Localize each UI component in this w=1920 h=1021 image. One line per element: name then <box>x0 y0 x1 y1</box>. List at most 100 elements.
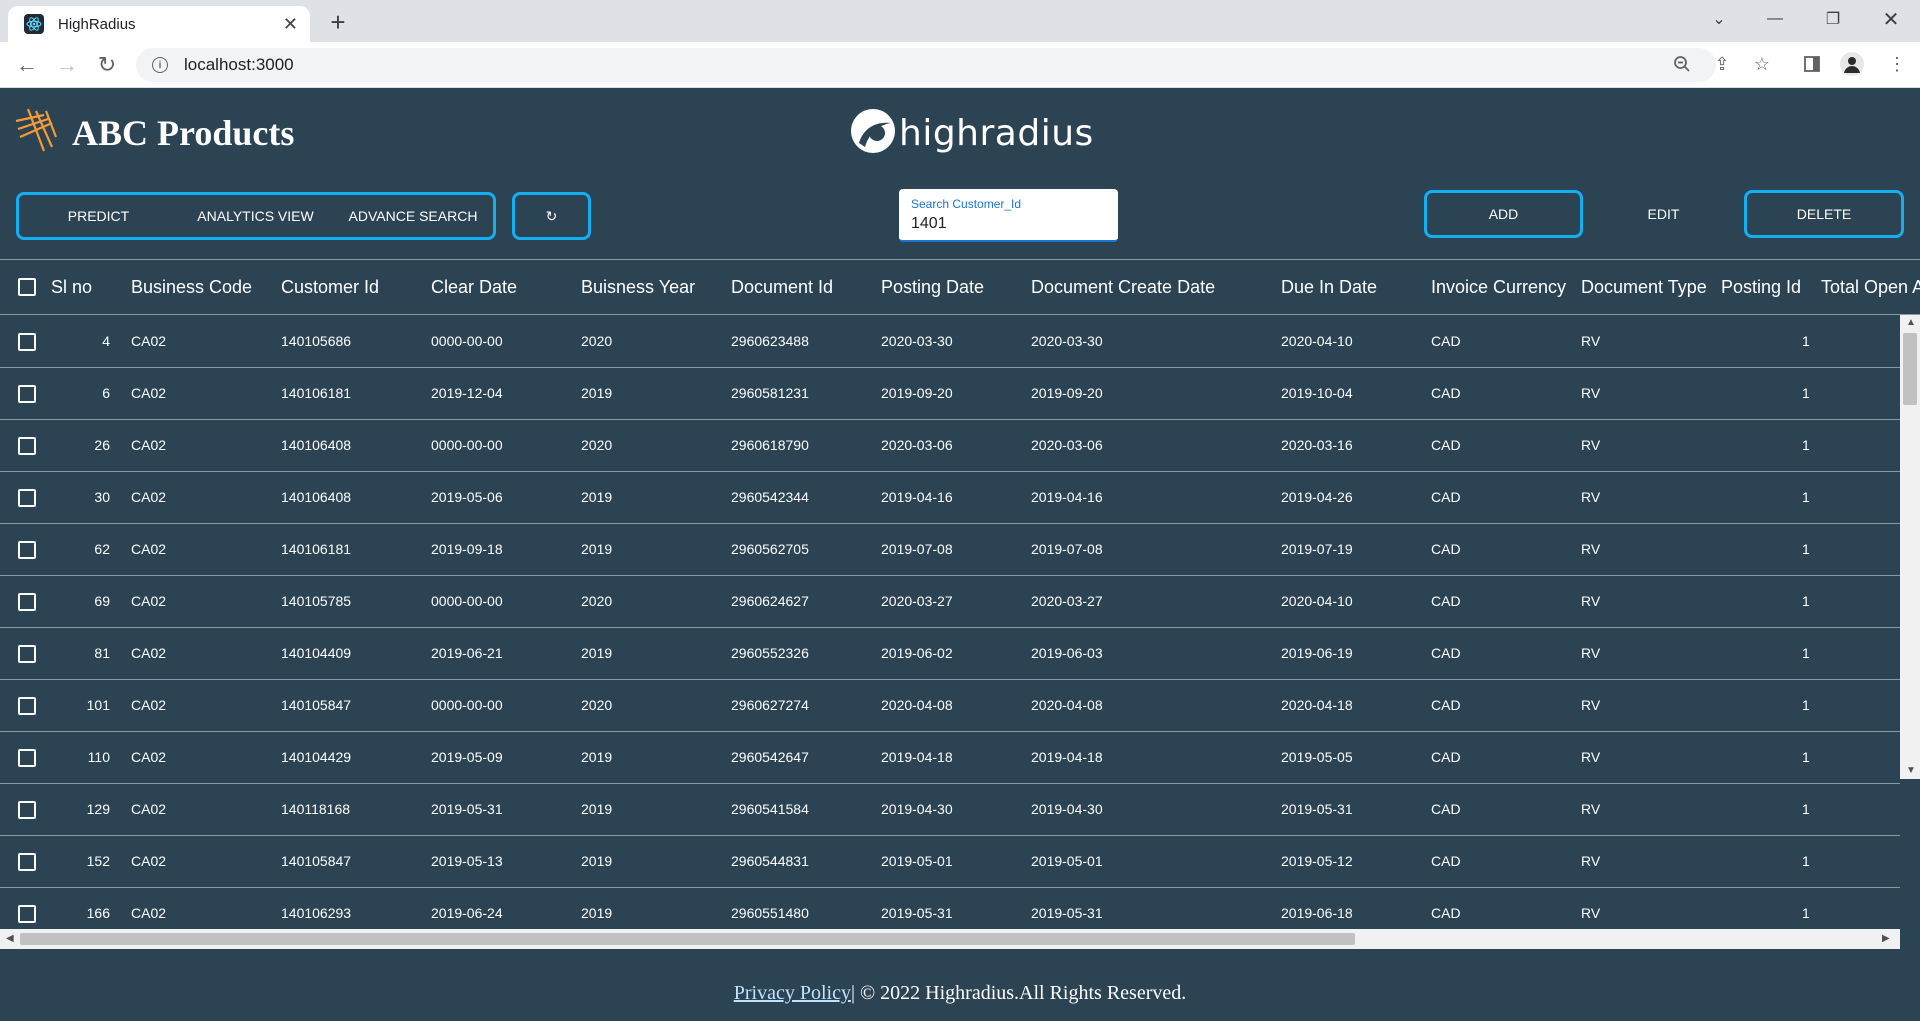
table-cell: 1 <box>1802 437 1810 453</box>
row-checkbox[interactable] <box>18 489 36 507</box>
col-header[interactable]: Clear Date <box>431 277 517 298</box>
col-header[interactable]: Document Create Date <box>1031 277 1215 298</box>
col-header[interactable]: Buisness Year <box>581 277 695 298</box>
table-row[interactable]: 6 CA02 140106181 2019-12-04 2019 2960581231 20… <box>0 368 1900 420</box>
privacy-policy-link[interactable]: Privacy Policy <box>734 982 851 1004</box>
company-name: ABC Products <box>72 112 295 153</box>
edit-button[interactable]: EDIT <box>1585 190 1742 238</box>
table-row[interactable]: 26 CA02 140106408 0000-00-00 2020 2960618790 2… <box>0 420 1900 472</box>
table-cell: RV <box>1581 749 1601 765</box>
row-checkbox[interactable] <box>18 645 36 663</box>
col-header[interactable]: Customer Id <box>281 277 379 298</box>
row-checkbox[interactable] <box>18 853 36 871</box>
table-row[interactable]: 4 CA02 140105686 0000-00-00 2020 2960623488 20… <box>0 316 1900 368</box>
col-header[interactable]: Due In Date <box>1281 277 1377 298</box>
predict-button[interactable]: PREDICT <box>19 208 178 224</box>
search-customer-id-field[interactable]: Search Customer_Id 1401 <box>899 189 1118 242</box>
zoom-icon[interactable] <box>1670 52 1694 76</box>
col-header[interactable]: Posting Date <box>881 277 984 298</box>
col-header[interactable]: Total Open A <box>1821 277 1920 298</box>
table-cell: 2019-05-01 <box>881 853 953 869</box>
company-brand: ABC Products <box>14 107 294 158</box>
minimize-icon[interactable]: — <box>1752 0 1798 38</box>
scroll-left-arrow-icon[interactable]: ◀ <box>6 933 14 944</box>
table-cell: 2019-12-04 <box>431 385 503 401</box>
row-checkbox[interactable] <box>18 749 36 767</box>
col-header[interactable]: Sl no <box>51 277 92 298</box>
tab-search-icon[interactable]: ⌄ <box>1696 0 1742 38</box>
table-cell: 140106181 <box>281 385 352 401</box>
menu-kebab-icon[interactable]: ⋮ <box>1885 52 1909 76</box>
row-checkbox[interactable] <box>18 593 36 611</box>
table-cell: RV <box>1581 333 1601 349</box>
scroll-right-arrow-icon[interactable]: ▶ <box>1882 933 1890 944</box>
footer: Privacy Policy| © 2022 Highradius.All Ri… <box>0 982 1920 1005</box>
table-cell: 2019-04-30 <box>1031 801 1103 817</box>
table-cell: RV <box>1581 541 1601 557</box>
new-tab-icon[interactable]: + <box>322 6 354 38</box>
table-cell: 2020-04-10 <box>1281 333 1353 349</box>
table-row[interactable]: 110 CA02 140104429 2019-05-09 2019 2960542647… <box>0 732 1900 784</box>
address-bar[interactable]: i localhost:3000 <box>136 48 1716 82</box>
add-button[interactable]: ADD <box>1424 190 1583 238</box>
browser-tab[interactable]: HighRadius ✕ <box>8 6 310 42</box>
table-row[interactable]: 69 CA02 140105785 0000-00-00 2020 2960624627 2… <box>0 576 1900 628</box>
tab-close-icon[interactable]: ✕ <box>283 14 298 35</box>
site-info-icon[interactable]: i <box>152 57 168 73</box>
back-icon[interactable]: ← <box>12 50 42 80</box>
restore-icon[interactable]: ❐ <box>1810 0 1856 38</box>
forward-icon[interactable]: → <box>52 50 82 80</box>
table-cell: 2020-04-18 <box>1281 697 1353 713</box>
table-row[interactable]: 101 CA02 140105847 0000-00-00 2020 2960627274… <box>0 680 1900 732</box>
search-field-label: Search Customer_Id <box>911 197 1022 211</box>
bookmark-star-icon[interactable]: ☆ <box>1750 52 1774 76</box>
scroll-down-arrow-icon[interactable]: ▼ <box>1906 765 1916 776</box>
table-row[interactable]: 81 CA02 140104409 2019-06-21 2019 2960552326 2… <box>0 628 1900 680</box>
table-cell: 140106293 <box>281 905 352 921</box>
advance-search-button[interactable]: ADVANCE SEARCH <box>333 208 493 224</box>
table-row[interactable]: 129 CA02 140118168 2019-05-31 2019 2960541584… <box>0 784 1900 836</box>
refresh-icon: ↻ <box>545 207 558 224</box>
col-header[interactable]: Document Type <box>1581 277 1707 298</box>
copyright-text: | © 2022 Highradius.All Rights Reserved. <box>850 982 1187 1004</box>
horizontal-scrollbar[interactable]: ◀ ▶ <box>0 929 1900 949</box>
vertical-scroll-thumb[interactable] <box>1903 333 1917 405</box>
row-checkbox[interactable] <box>18 541 36 559</box>
table-cell: 2960551480 <box>731 905 809 921</box>
table-row[interactable]: 30 CA02 140106408 2019-05-06 2019 2960542344 2… <box>0 472 1900 524</box>
table-cell: 2019-04-30 <box>881 801 953 817</box>
col-header[interactable]: Business Code <box>131 277 252 298</box>
row-checkbox[interactable] <box>18 801 36 819</box>
delete-button[interactable]: DELETE <box>1744 190 1904 238</box>
search-input[interactable]: 1401 <box>911 215 1106 233</box>
col-header[interactable]: Document Id <box>731 277 833 298</box>
share-icon[interactable]: ⇪ <box>1710 52 1734 76</box>
table-cell: 1 <box>1802 489 1810 505</box>
table-cell: CAD <box>1431 593 1461 609</box>
table-cell: 2019 <box>581 905 613 921</box>
table-cell: 2020-03-16 <box>1281 437 1353 453</box>
reload-icon[interactable]: ↻ <box>92 50 122 80</box>
table-cell: RV <box>1581 437 1601 453</box>
window-close-icon[interactable]: ✕ <box>1868 0 1914 38</box>
abc-logo-icon <box>14 107 58 158</box>
table-row[interactable]: 62 CA02 140106181 2019-09-18 2019 2960562705 2… <box>0 524 1900 576</box>
select-all-checkbox[interactable] <box>18 278 36 296</box>
horizontal-scroll-thumb[interactable] <box>20 933 1355 945</box>
table-cell: 2020-03-06 <box>1031 437 1103 453</box>
col-header[interactable]: Invoice Currency <box>1431 277 1566 298</box>
row-checkbox[interactable] <box>18 333 36 351</box>
scroll-up-arrow-icon[interactable]: ▲ <box>1906 317 1916 328</box>
row-checkbox[interactable] <box>18 385 36 403</box>
row-checkbox[interactable] <box>18 437 36 455</box>
col-header[interactable]: Posting Id <box>1721 277 1801 298</box>
row-checkbox[interactable] <box>18 905 36 923</box>
profile-avatar[interactable] <box>1840 52 1864 76</box>
side-panel-icon[interactable] <box>1800 52 1824 76</box>
vertical-scrollbar[interactable]: ▲ ▼ <box>1900 315 1920 779</box>
row-checkbox[interactable] <box>18 697 36 715</box>
refresh-button[interactable]: ↻ <box>512 192 591 240</box>
table-cell: CA02 <box>131 385 167 401</box>
table-row[interactable]: 152 CA02 140105847 2019-05-13 2019 2960544831… <box>0 836 1900 888</box>
analytics-view-button[interactable]: ANALYTICS VIEW <box>178 208 333 224</box>
